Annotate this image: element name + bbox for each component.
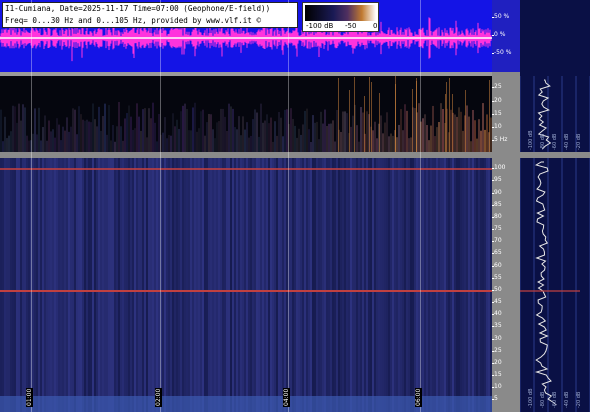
lower-freq-axis-tick [492,314,494,316]
lower-freq-axis-tick [492,362,494,364]
upper-freq-axis-tick [492,113,494,115]
waveform-axis-label: 0 % [494,30,506,38]
side-panel-grid [520,76,590,412]
upper-freq-axis-tick [492,87,494,89]
lower-freq-axis-label: 100 [494,164,506,172]
lower-freq-axis-tick [492,289,494,291]
side-lower-labels-item: -40 dB [564,391,570,408]
lower-freq-axis-label: 30 [494,334,502,342]
lower-freq-axis-label: 65 [494,249,502,257]
lower-freq-axis-tick [492,216,494,218]
lower-freq-axis-tick [492,277,494,279]
time-marker-line [420,0,421,412]
side-upper-labels-item: -100 dB [528,130,534,150]
lower-freq-axis-label: 90 [494,188,502,196]
station-header: I1-Cumiana, Date=2025-11-17 Time=07:00 (… [2,2,298,28]
lower-freq-axis-label: 35 [494,322,502,330]
lower-freq-axis-label: 40 [494,310,502,318]
lower-freq-axis-label: 15 [494,371,502,378]
lower-freq-axis-label: 85 [494,200,502,208]
time-marker-line [160,0,161,412]
colorbar-max-label: 0 [373,22,378,30]
side-upper-labels-item: -20 dB [576,133,582,150]
lower-freq-axis-tick [492,302,494,303]
hum-line-50hz [0,290,492,292]
waveform-axis-tick [492,34,494,36]
colorbar-mid-label: -50 [345,22,357,30]
side-upper-labels-item: -40 dB [564,133,570,150]
lower-freq-axis-tick [492,338,494,340]
upper-freq-axis-label: 10 [494,122,502,130]
lower-freq-axis-label: 55 [494,273,502,281]
lower-freq-axis-label: 5 [494,395,498,403]
upper-freq-axis-tick [492,139,494,141]
colorbar-min-label: -100 dB [306,22,334,30]
lower-freq-axis-label: 60 [494,261,502,269]
lower-freq-axis-label: 10 [494,383,502,391]
upper-freq-axis-label: 5 Hz [494,135,508,143]
waveform-axis-tick [492,17,494,19]
waveform-axis-label: -50 % [494,48,512,56]
lower-freq-axis-tick [492,168,494,170]
side-lower-labels-item: -20 dB [576,391,582,408]
lower-spectrogram-texture [0,158,492,412]
vlf-monitor-screen: I1-Cumiana, Date=2025-11-17 Time=07:00 (… [0,0,590,412]
upper-freq-axis-label: 25 [494,83,502,91]
hum-line-100hz [0,168,492,170]
lower-freq-axis-tick [492,192,494,194]
lower-freq-axis-tick [492,204,494,206]
lower-freq-axis-tick [492,399,494,401]
lower-freq-axis-label: 75 [494,225,502,232]
upper-freq-axis-tick [492,126,494,128]
waveform-axis-label: 50 % [494,13,510,21]
lower-freq-axis-tick [492,265,494,267]
time-label: 06:00 [415,387,422,407]
upper-freq-axis-tick [492,100,494,102]
lower-freq-axis-label: 70 [494,237,502,245]
lower-freq-axis-tick [492,180,494,182]
time-marker-line [31,0,32,412]
waveform-axis-tick [492,52,494,54]
time-marker-line [288,0,289,412]
side-upper-labels-item: -80 dB [540,133,546,150]
lower-freq-axis-label: 20 [494,358,502,366]
side-spectrum-trace-lower [534,161,557,406]
lower-spectrogram [0,158,492,412]
colorbar-gradient [305,5,376,21]
colorbar-legend: -100 dB -50 0 [302,2,379,32]
lower-freq-axis-label: 80 [494,212,502,220]
time-label: 01:00 [26,387,33,407]
lower-freq-axis-tick [492,229,494,230]
lower-freq-axis-label: 25 [494,346,502,354]
lower-freq-axis-label: 45 [494,298,502,305]
side-spectrum-plot [520,76,590,412]
header-line-1: I1-Cumiana, Date=2025-11-17 Time=07:00 (… [5,4,271,13]
lower-freq-axis-label: 50 [494,285,502,293]
lower-freq-axis-tick [492,350,494,352]
header-line-2: Freq= 0...30 Hz and 0...105 Hz, provided… [5,16,262,25]
time-label: 04:00 [283,387,290,407]
lower-freq-axis-tick [492,375,494,376]
lower-freq-axis-tick [492,253,494,255]
upper-spectrogram [0,76,492,152]
lower-freq-axis-tick [492,241,494,243]
time-label: 02:00 [155,387,162,407]
side-lower-labels-item: -60 dB [552,391,558,408]
upper-freq-axis-label: 20 [494,96,502,104]
lower-freq-axis-tick [492,387,494,389]
side-lower-labels-item: -80 dB [540,391,546,408]
upper-freq-axis-label: 15 [494,109,502,117]
side-lower-labels-item: -100 dB [528,388,534,408]
lower-freq-axis-tick [492,326,494,328]
lower-freq-axis-label: 95 [494,176,502,184]
side-upper-labels-item: -60 dB [552,133,558,150]
